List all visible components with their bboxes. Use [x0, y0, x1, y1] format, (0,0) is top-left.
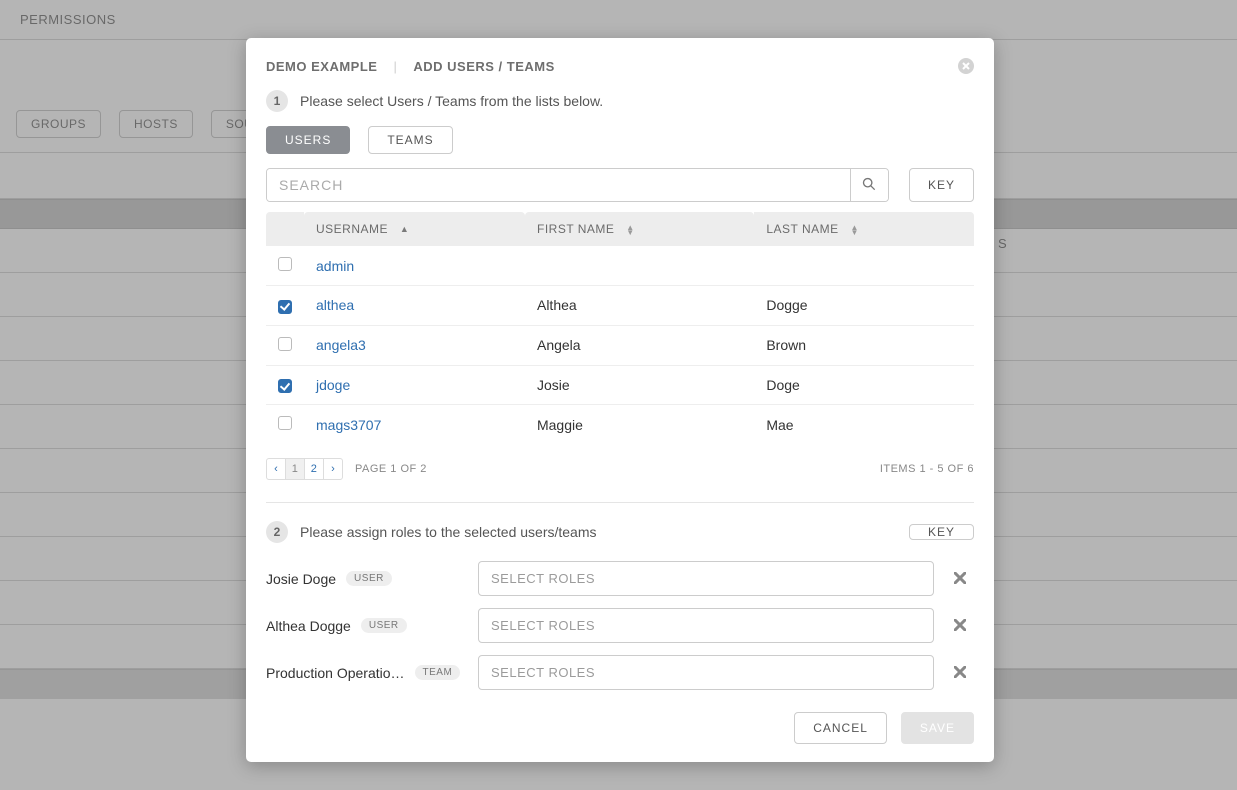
page-prev[interactable]: ‹ [266, 458, 286, 480]
assignment-row: Josie DogeUSER SELECT ROLES [266, 561, 974, 596]
sort-asc-icon: ▲ [400, 227, 409, 232]
select-roles-dropdown[interactable]: SELECT ROLES [478, 655, 934, 690]
section-divider [266, 502, 974, 503]
close-icon [954, 571, 966, 587]
row-checkbox[interactable] [278, 379, 292, 393]
username-link[interactable]: angela3 [316, 337, 366, 353]
chevron-right-icon: › [331, 463, 335, 475]
breadcrumb-separator: | [393, 59, 397, 74]
last-name-cell: Dogge [754, 286, 974, 326]
first-name-cell: Angela [525, 325, 754, 365]
close-icon[interactable] [958, 58, 974, 74]
search-group [266, 168, 889, 202]
search-input[interactable] [267, 169, 850, 201]
row-checkbox[interactable] [278, 257, 292, 271]
first-name-cell: Althea [525, 286, 754, 326]
col-last-name[interactable]: LAST NAME ▲▼ [754, 212, 974, 246]
last-name-cell: Brown [754, 325, 974, 365]
assignment-row: Production Operatio…TEAM SELECT ROLES [266, 655, 974, 690]
col-first-name[interactable]: FIRST NAME ▲▼ [525, 212, 754, 246]
chevron-left-icon: ‹ [274, 463, 278, 475]
first-name-cell: Maggie [525, 405, 754, 445]
table-row: admin [266, 246, 974, 286]
username-link[interactable]: jdoge [316, 377, 350, 393]
table-row: althea AltheaDogge [266, 286, 974, 326]
table-row: mags3707 MaggieMae [266, 405, 974, 445]
close-icon [954, 618, 966, 634]
close-icon [954, 665, 966, 681]
pagination: ‹ 1 2 › [266, 458, 343, 480]
tab-users[interactable]: USERS [266, 126, 350, 154]
remove-assignee-button[interactable] [946, 618, 974, 634]
select-roles-dropdown[interactable]: SELECT ROLES [478, 608, 934, 643]
col-username[interactable]: USERNAME ▲ [304, 212, 525, 246]
save-button[interactable]: SAVE [901, 712, 974, 744]
remove-assignee-button[interactable] [946, 571, 974, 587]
assignee-type-tag: TEAM [415, 665, 461, 680]
sort-icon: ▲▼ [850, 225, 858, 235]
key-button-step2[interactable]: KEY [909, 524, 974, 540]
assignee-name: Production Operatio…TEAM [266, 665, 466, 681]
add-users-teams-modal: DEMO EXAMPLE | ADD USERS / TEAMS 1 Pleas… [246, 38, 994, 762]
assignee-name: Josie DogeUSER [266, 571, 466, 587]
row-checkbox[interactable] [278, 416, 292, 430]
assignee-type-tag: USER [346, 571, 392, 586]
key-button-step1[interactable]: KEY [909, 168, 974, 202]
row-checkbox[interactable] [278, 337, 292, 351]
first-name-cell: Josie [525, 365, 754, 405]
search-icon [862, 177, 876, 194]
breadcrumb: DEMO EXAMPLE | ADD USERS / TEAMS [266, 59, 555, 74]
last-name-cell: Mae [754, 405, 974, 445]
step-1-label: 1 Please select Users / Teams from the l… [266, 90, 974, 112]
first-name-cell [525, 246, 754, 286]
users-table: USERNAME ▲ FIRST NAME ▲▼ LAST NAME ▲▼ ad… [266, 212, 974, 444]
remove-assignee-button[interactable] [946, 665, 974, 681]
step-2-text: Please assign roles to the selected user… [300, 524, 597, 540]
type-toggle: USERS TEAMS [266, 126, 974, 154]
assignee-name: Althea DoggeUSER [266, 618, 466, 634]
tab-teams[interactable]: TEAMS [368, 126, 452, 154]
items-count-label: ITEMS 1 - 5 OF 6 [880, 463, 974, 475]
step-2-number: 2 [266, 521, 288, 543]
page-of-label: PAGE 1 OF 2 [355, 463, 427, 475]
search-button[interactable] [850, 169, 888, 201]
sort-icon: ▲▼ [626, 225, 634, 235]
step-1-text: Please select Users / Teams from the lis… [300, 93, 603, 109]
last-name-cell [754, 246, 974, 286]
row-checkbox[interactable] [278, 300, 292, 314]
table-row: jdoge JosieDoge [266, 365, 974, 405]
page-1[interactable]: 1 [285, 458, 305, 480]
page-2[interactable]: 2 [304, 458, 324, 480]
breadcrumb-current: ADD USERS / TEAMS [413, 59, 554, 74]
assignee-type-tag: USER [361, 618, 407, 633]
last-name-cell: Doge [754, 365, 974, 405]
table-row: angela3 AngelaBrown [266, 325, 974, 365]
username-link[interactable]: mags3707 [316, 417, 381, 433]
username-link[interactable]: admin [316, 258, 354, 274]
select-roles-dropdown[interactable]: SELECT ROLES [478, 561, 934, 596]
page-next[interactable]: › [323, 458, 343, 480]
breadcrumb-root: DEMO EXAMPLE [266, 59, 377, 74]
cancel-button[interactable]: CANCEL [794, 712, 887, 744]
assignment-row: Althea DoggeUSER SELECT ROLES [266, 608, 974, 643]
step-1-number: 1 [266, 90, 288, 112]
username-link[interactable]: althea [316, 297, 354, 313]
